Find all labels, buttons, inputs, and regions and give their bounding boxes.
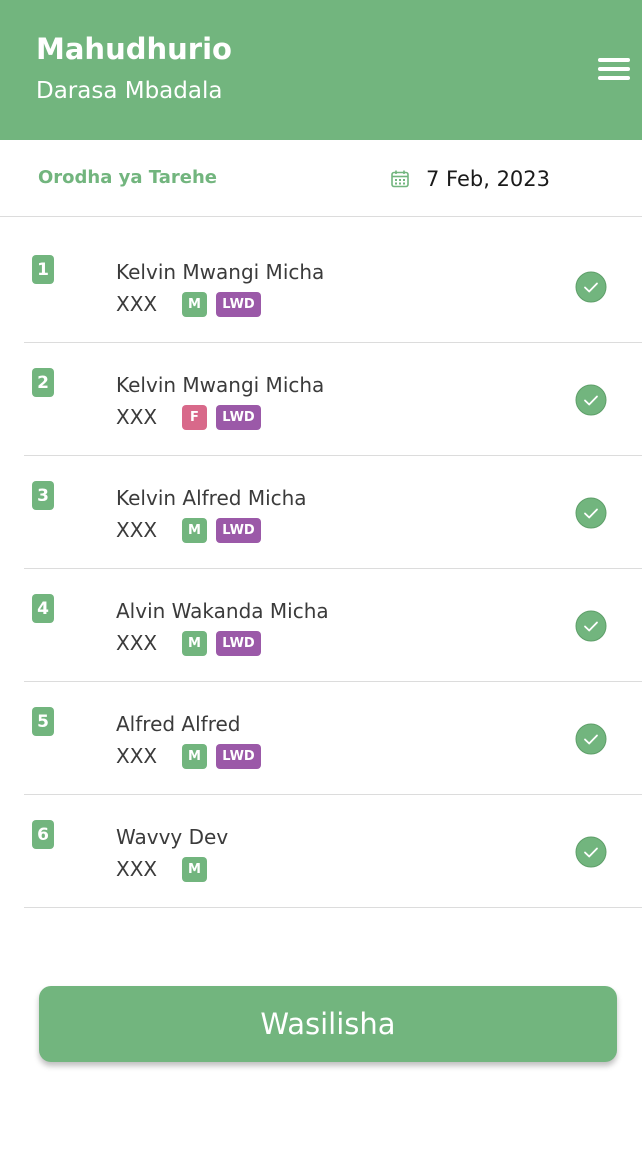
gender-badge: M [182, 630, 207, 656]
student-name: Kelvin Mwangi Micha [116, 260, 325, 284]
student-name: Kelvin Mwangi Micha [116, 373, 325, 397]
submit-button[interactable]: Wasilisha [39, 986, 617, 1062]
student-code: XXX [116, 405, 158, 429]
lwd-badge: LWD [216, 404, 261, 430]
hamburger-menu-icon[interactable] [598, 58, 632, 82]
student-name: Wavvy Dev [116, 825, 229, 849]
lwd-badge: LWD [216, 517, 261, 543]
gender-badge: F [182, 404, 207, 430]
lwd-badge: LWD [216, 291, 261, 317]
student-code: XXX [116, 292, 158, 316]
student-code: XXX [116, 518, 158, 542]
date-picker[interactable]: 7 Feb, 2023 [390, 164, 550, 194]
lwd-badge: LWD [216, 743, 261, 769]
page-subtitle: Darasa Mbadala [36, 78, 223, 104]
selected-date: 7 Feb, 2023 [426, 167, 551, 191]
student-name: Alfred Alfred [116, 712, 241, 736]
student-row: 3 Kelvin Alfred Micha XXX M LWD [24, 456, 642, 569]
student-number: 5 [32, 707, 54, 736]
student-code: XXX [116, 631, 158, 655]
present-check-icon[interactable] [575, 497, 607, 529]
student-code: XXX [116, 857, 158, 881]
present-check-icon[interactable] [575, 723, 607, 755]
student-row: 4 Alvin Wakanda Micha XXX M LWD [24, 569, 642, 682]
student-number: 3 [32, 481, 54, 510]
student-row: 6 Wavvy Dev XXX M [24, 795, 642, 908]
student-meta: XXX F LWD [116, 404, 270, 430]
date-list-label: Orodha ya Tarehe [38, 167, 218, 188]
present-check-icon[interactable] [575, 610, 607, 642]
gender-badge: M [182, 517, 207, 543]
lwd-badge: LWD [216, 630, 261, 656]
student-row: 1 Kelvin Mwangi Micha XXX M LWD [24, 230, 642, 343]
student-number: 6 [32, 820, 54, 849]
student-row: 2 Kelvin Mwangi Micha XXX F LWD [24, 343, 642, 456]
page-title: Mahudhurio [36, 32, 232, 66]
present-check-icon[interactable] [575, 384, 607, 416]
student-meta: XXX M [116, 856, 216, 882]
gender-badge: M [182, 856, 207, 882]
student-number: 1 [32, 255, 54, 284]
student-name: Alvin Wakanda Micha [116, 599, 329, 623]
student-number: 4 [32, 594, 54, 623]
student-meta: XXX M LWD [116, 291, 270, 317]
student-meta: XXX M LWD [116, 517, 270, 543]
date-bar: Orodha ya Tarehe 7 Feb, 2023 [0, 140, 642, 217]
present-check-icon[interactable] [575, 271, 607, 303]
calendar-icon [391, 170, 409, 188]
student-list: 1 Kelvin Mwangi Micha XXX M LWD 2 Kelvin… [24, 230, 642, 908]
student-row: 5 Alfred Alfred XXX M LWD [24, 682, 642, 795]
gender-badge: M [182, 743, 207, 769]
app-header: Mahudhurio Darasa Mbadala [0, 0, 642, 140]
gender-badge: M [182, 291, 207, 317]
student-name: Kelvin Alfred Micha [116, 486, 307, 510]
present-check-icon[interactable] [575, 836, 607, 868]
student-meta: XXX M LWD [116, 630, 270, 656]
student-number: 2 [32, 368, 54, 397]
student-code: XXX [116, 744, 158, 768]
student-meta: XXX M LWD [116, 743, 270, 769]
